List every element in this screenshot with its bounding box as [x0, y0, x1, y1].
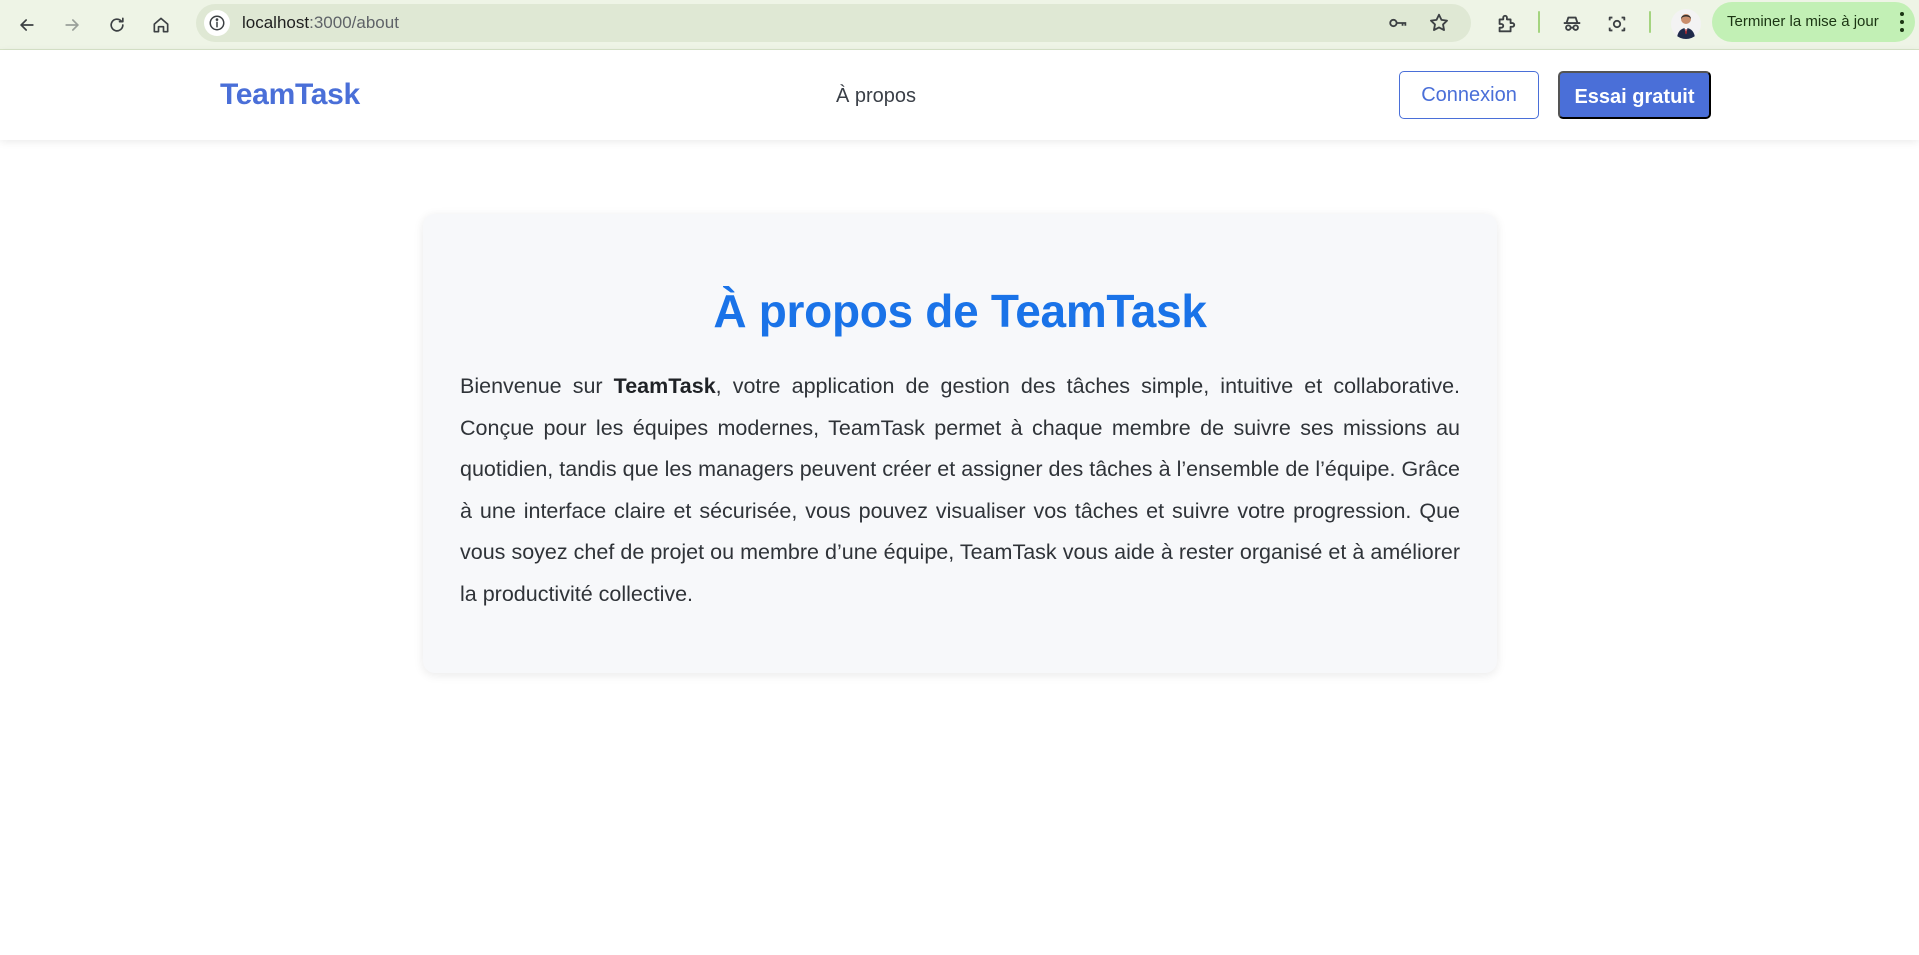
nav-link-about[interactable]: À propos [836, 85, 916, 108]
toolbar-separator [1538, 11, 1540, 33]
arrow-right-icon [65, 19, 79, 31]
back-button[interactable] [9, 7, 45, 43]
incognito-button[interactable] [1557, 9, 1587, 39]
home-button[interactable] [143, 7, 179, 43]
browser-toolbar: localhost:3000/about Terminer la mise à … [0, 0, 1919, 50]
password-key-button[interactable] [1386, 11, 1410, 35]
page-title: À propos de TeamTask [713, 285, 1207, 337]
screenshot-button[interactable] [1602, 9, 1632, 39]
intro-text-rest: , votre application de gestion des tâche… [460, 374, 1460, 606]
update-button-label: Terminer la mise à jour [1727, 13, 1879, 30]
toolbar-separator [1649, 11, 1651, 33]
key-icon [1389, 18, 1407, 28]
avatar-icon [1671, 9, 1701, 39]
update-browser-button[interactable]: Terminer la mise à jour [1712, 2, 1915, 42]
info-icon [209, 15, 225, 31]
star-icon [1430, 13, 1448, 31]
free-trial-button[interactable]: Essai gratuit [1558, 71, 1711, 119]
bookmark-button[interactable] [1427, 11, 1451, 35]
about-card: À propos de TeamTask Bienvenue sur TeamT… [423, 214, 1497, 673]
url-host: localhost [242, 13, 310, 32]
forward-button[interactable] [54, 7, 90, 43]
about-description: Bienvenue sur TeamTask, votre applicatio… [460, 366, 1460, 615]
address-bar[interactable]: localhost:3000/about [196, 4, 1471, 42]
login-button[interactable]: Connexion [1399, 71, 1539, 119]
reload-button[interactable] [99, 7, 135, 43]
url-path: :3000/about [309, 13, 399, 32]
intro-text-start: Bienvenue sur [460, 374, 614, 398]
url-text[interactable]: localhost:3000/about [242, 4, 399, 42]
site-header: TeamTask À propos Connexion Essai gratui… [0, 50, 1919, 140]
site-info-button[interactable] [204, 10, 230, 36]
reload-icon [110, 17, 124, 32]
home-icon [153, 17, 169, 33]
screenshot-icon [1608, 16, 1626, 32]
extensions-button[interactable] [1491, 9, 1521, 39]
puzzle-icon [1498, 14, 1516, 33]
arrow-left-icon [20, 19, 34, 31]
profile-avatar[interactable] [1671, 9, 1701, 39]
site-logo[interactable]: TeamTask [220, 78, 360, 112]
spy-icon [1563, 16, 1581, 31]
kebab-menu-icon [1897, 12, 1907, 32]
intro-brand-name: TeamTask [613, 374, 716, 398]
